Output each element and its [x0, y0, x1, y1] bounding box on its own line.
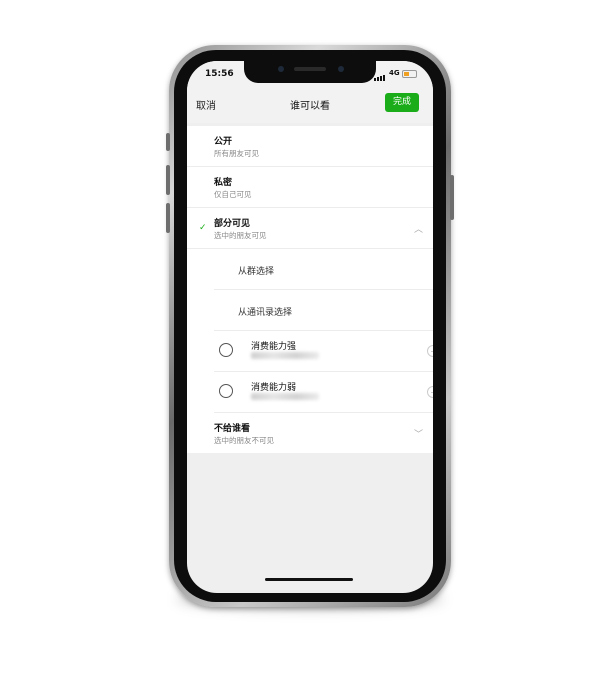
option-partial[interactable]: ✓ 部分可见 选中的朋友可见 ︿: [187, 208, 433, 249]
option-public[interactable]: 公开 所有朋友可见: [187, 126, 433, 167]
option-title: 不给谁看: [214, 424, 251, 434]
sub-option-label: 从通讯录选择: [238, 308, 293, 318]
checkmark-icon: ✓: [199, 223, 207, 233]
speaker-grille: [294, 67, 326, 71]
done-button[interactable]: 完成: [385, 93, 419, 112]
volume-down-button: [166, 203, 170, 233]
sensor-icon: [338, 66, 344, 72]
power-button: [450, 175, 454, 220]
option-subtitle: 所有朋友可见: [214, 149, 259, 158]
chevron-up-icon[interactable]: ︿: [414, 222, 423, 235]
select-from-groups[interactable]: 从群选择: [214, 249, 433, 290]
tag-name: 消费能力弱: [251, 383, 297, 393]
option-subtitle: 仅自己可见: [214, 190, 252, 199]
blurred-members: [251, 352, 319, 359]
nav-bar: 取消 谁可以看 完成: [187, 85, 433, 123]
blurred-members: [251, 393, 319, 400]
volume-up-button: [166, 165, 170, 195]
phone-screen: 15:56 4G 取消 谁可以看 完成 公开 所有朋友可见 私密 仅自己可见 ✓…: [187, 61, 433, 593]
chevron-down-icon[interactable]: ﹀: [414, 427, 423, 440]
option-subtitle: 选中的朋友可见: [214, 231, 267, 240]
radio-button[interactable]: [219, 343, 233, 357]
option-subtitle: 选中的朋友不可见: [214, 436, 274, 445]
radio-button[interactable]: [219, 384, 233, 398]
notch: [244, 61, 376, 83]
mute-switch: [166, 133, 170, 151]
option-exclude[interactable]: 不给谁看 选中的朋友不可见 ﹀: [187, 413, 433, 453]
more-circle-icon[interactable]: [427, 345, 433, 357]
network-label: 4G: [389, 69, 400, 77]
select-from-contacts[interactable]: 从通讯录选择: [214, 290, 433, 331]
camera-icon: [278, 66, 284, 72]
tag-item[interactable]: 消费能力弱: [214, 372, 433, 413]
option-title: 公开: [214, 137, 233, 147]
status-time: 15:56: [205, 69, 234, 79]
option-private[interactable]: 私密 仅自己可见: [187, 167, 433, 208]
more-circle-icon[interactable]: [427, 386, 433, 398]
option-title: 私密: [214, 178, 233, 188]
sub-option-label: 从群选择: [238, 267, 275, 277]
tag-name: 消费能力强: [251, 342, 297, 352]
battery-icon: [402, 70, 417, 78]
visibility-options-list: 公开 所有朋友可见 私密 仅自己可见 ✓ 部分可见 选中的朋友可见 ︿ 从群选择…: [187, 126, 433, 453]
signal-icon: [374, 71, 386, 81]
tag-item[interactable]: 消费能力强: [214, 331, 433, 372]
option-title: 部分可见: [214, 219, 251, 229]
home-indicator[interactable]: [265, 578, 353, 581]
